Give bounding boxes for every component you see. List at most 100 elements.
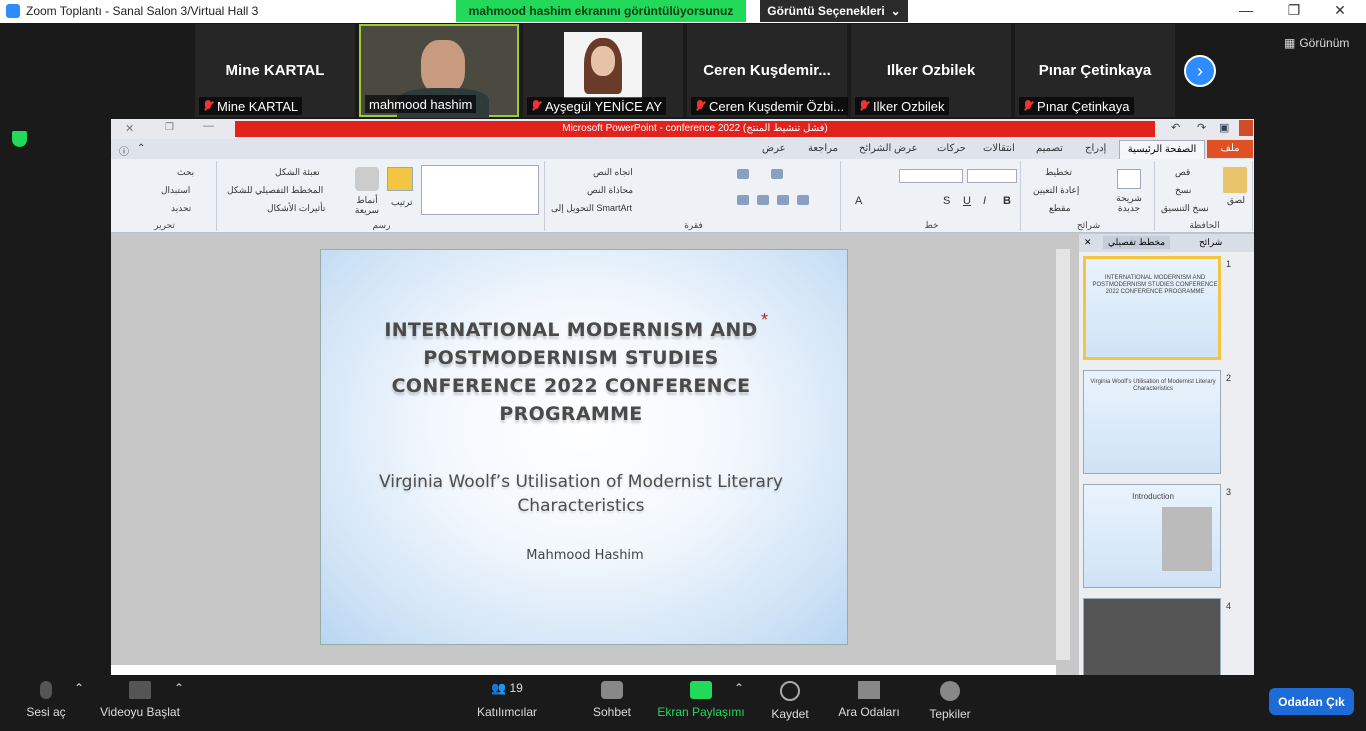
tab-insert[interactable]: إدراج [1085, 143, 1106, 154]
chat-button[interactable]: Sohbet [590, 681, 634, 719]
participant-tile[interactable]: Mine KARTAL Mine KARTAL [195, 24, 355, 117]
current-slide[interactable]: INTERNATIONAL MODERNISM AND POSTMODERNIS… [320, 249, 848, 645]
participant-tile-video[interactable]: mahmood hashim [359, 24, 519, 118]
redo-icon[interactable]: ↷ [1197, 121, 1206, 134]
reset-button[interactable]: إعادة التعيين [1033, 185, 1079, 196]
reactions-label: Tepkiler [929, 707, 971, 721]
participant-tile[interactable]: Ilker Ozbilek Ilker Ozbilek [851, 24, 1011, 117]
close-icon[interactable]: ✕ [125, 122, 134, 135]
quick-styles-button[interactable]: أنماط سريعة [345, 195, 389, 215]
italic-button[interactable]: I [983, 195, 986, 207]
font-color-button[interactable]: A [855, 195, 862, 207]
participant-tile[interactable]: Ceren Kuşdemir... Ceren Kuşdemir Özbi... [687, 24, 849, 117]
font-size-select[interactable] [899, 169, 963, 183]
tab-home[interactable]: الصفحة الرئيسية [1119, 140, 1205, 159]
shape-effects-button[interactable]: تأثيرات الأشكال [267, 203, 325, 214]
tab-animations[interactable]: حركات [937, 143, 966, 154]
chevron-up-icon[interactable]: ⌃ [74, 681, 84, 695]
select-button[interactable]: تحديد [171, 203, 191, 214]
slide-thumbnail[interactable]: Introduction [1083, 484, 1221, 588]
participant-tile[interactable]: Pınar Çetinkaya Pınar Çetinkaya [1015, 24, 1175, 117]
paste-button[interactable]: لصق [1227, 195, 1245, 206]
shape-outline-button[interactable]: المخطط التفصيلي للشكل [227, 185, 323, 196]
tab-view[interactable]: عرض [762, 143, 786, 154]
close-panel-icon[interactable]: ✕ [1084, 237, 1092, 248]
new-slide-button[interactable]: شريحة جديدة [1105, 193, 1153, 213]
security-shield-icon[interactable] [12, 131, 27, 147]
tab-transitions[interactable]: انتقالات [983, 143, 1015, 154]
participant-name: Ilker Ozbilek [886, 62, 976, 79]
maximize-icon[interactable]: ❐ [1274, 2, 1314, 19]
next-participants-button[interactable]: › [1184, 55, 1216, 87]
reactions-button[interactable]: Tepkiler [926, 681, 974, 721]
leave-button[interactable]: Odadan Çık [1269, 688, 1354, 715]
view-button[interactable]: ▦ Görünüm [1284, 36, 1349, 50]
shadow-button[interactable]: S [943, 195, 950, 207]
undo-icon[interactable]: ↶ [1171, 121, 1180, 134]
breakout-rooms-button[interactable]: Ara Odaları [836, 681, 902, 719]
chevron-up-icon[interactable]: ⌃ [174, 681, 184, 695]
align-left-icon[interactable] [777, 195, 789, 205]
notes-pane[interactable] [111, 665, 1056, 675]
slide-thumbnail[interactable] [1083, 598, 1221, 675]
camera-off-icon [129, 681, 151, 699]
arrange-icon[interactable] [387, 167, 413, 191]
share-screen-button[interactable]: Ekran Paylaşımı [656, 681, 746, 719]
save-icon[interactable]: ▣ [1219, 121, 1229, 134]
quick-styles-icon[interactable] [355, 167, 379, 191]
layout-button[interactable]: تخطيط [1045, 167, 1072, 178]
participant-tile-photo[interactable]: Ayşegül YENİCE AY [523, 24, 683, 117]
section-button[interactable]: مقطع [1049, 203, 1071, 214]
text-direction-button[interactable]: اتجاه النص [593, 167, 633, 178]
tab-design[interactable]: تصميم [1036, 143, 1063, 154]
font-name-select[interactable] [967, 169, 1017, 183]
tab-review[interactable]: مراجعة [808, 143, 838, 154]
view-options-label: Görüntü Seçenekleri [767, 4, 885, 18]
slide-subtitle: Virginia Woolf’s Utilisation of Modernis… [378, 472, 783, 516]
tab-slideshow[interactable]: عرض الشرائح [859, 143, 918, 154]
slide-scrollbar[interactable] [1056, 249, 1070, 660]
slide-thumbnail[interactable]: Virginia Woolf’s Utilisation of Modernis… [1083, 370, 1221, 474]
chevron-up-icon[interactable]: ⌃ [734, 681, 744, 695]
arrange-button[interactable]: ترتيب [391, 197, 413, 208]
tab-file[interactable]: ملف [1207, 140, 1253, 158]
shapes-gallery[interactable] [421, 165, 539, 215]
tab-slides[interactable]: شرائح [1199, 237, 1222, 248]
replace-button[interactable]: استبدال [161, 185, 190, 196]
minimize-icon[interactable]: — [1226, 2, 1266, 18]
help-icon[interactable]: ⓘ [119, 143, 129, 158]
view-options-button[interactable]: Görüntü Seçenekleri ⌄ [760, 0, 908, 22]
paste-icon[interactable] [1223, 167, 1247, 193]
shape-fill-button[interactable]: تعبئة الشكل [275, 167, 320, 178]
record-button[interactable]: Kaydet [768, 681, 812, 721]
smiley-icon [940, 681, 960, 701]
copy-button[interactable]: نسخ [1175, 185, 1191, 196]
participants-button[interactable]: 👥 19 Katılımcılar [474, 681, 540, 719]
share-arrow-icon [690, 681, 712, 699]
start-video-button[interactable]: Videoyu Başlat [98, 681, 182, 719]
mute-button[interactable]: Sesi aç [22, 681, 70, 719]
underline-button[interactable]: U [963, 195, 971, 207]
slide-thumbnail[interactable]: INTERNATIONAL MODERNISM AND POSTMODERNIS… [1083, 256, 1221, 360]
numbering-icon[interactable] [771, 169, 783, 179]
bullets-icon[interactable] [737, 169, 749, 179]
cut-button[interactable]: قص [1175, 167, 1190, 178]
ribbon-collapse-icon[interactable]: ⌃ [137, 143, 145, 154]
restore-icon[interactable]: ❐ [165, 122, 174, 133]
group-label: الحافظة [1189, 220, 1220, 230]
align-right-icon[interactable] [737, 195, 749, 205]
people-icon: 👥 19 [491, 681, 523, 695]
tab-outline[interactable]: مخطط تفصيلي [1103, 236, 1171, 249]
align-text-button[interactable]: محاذاة النص [587, 185, 633, 196]
new-slide-icon[interactable] [1117, 169, 1141, 189]
bold-button[interactable]: B [1003, 195, 1011, 207]
minimize-icon[interactable]: — [203, 120, 214, 132]
smartart-button[interactable]: التحويل إلى SmartArt [551, 203, 632, 214]
format-painter-button[interactable]: نسخ التنسيق [1161, 203, 1209, 214]
find-button[interactable]: بحث [177, 167, 194, 178]
close-icon[interactable]: ✕ [1320, 2, 1360, 19]
participant-label-text: Mine KARTAL [217, 98, 299, 114]
justify-icon[interactable] [797, 195, 809, 205]
align-center-icon[interactable] [757, 195, 769, 205]
mic-muted-icon [531, 100, 541, 112]
